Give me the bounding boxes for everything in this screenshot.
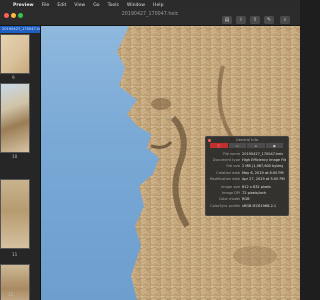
- thumbnail-image[interactable]: [0, 83, 30, 153]
- thumbnail-image[interactable]: [0, 34, 30, 74]
- field-label: ColorSync profile: [210, 203, 240, 208]
- menu-window[interactable]: Window: [127, 3, 145, 8]
- window-toolbar: 20190427_170047.heic ▤ i ⇪ ✎ ⌕: [0, 10, 300, 26]
- tag-icon: ⌂: [254, 143, 257, 148]
- inspector-panel[interactable]: General Info ⓘ ▭ ⌂ ◉ File name 20190427_1…: [205, 136, 289, 216]
- image-canvas[interactable]: General Info ⓘ ▭ ⌂ ◉ File name 20190427_1…: [41, 26, 300, 300]
- info-fields: File name 20190427_170047.heic Document t…: [208, 151, 286, 209]
- thumbnail-number: 9: [12, 75, 15, 80]
- thumbnail-image[interactable]: [0, 264, 30, 300]
- sidebar-toggle-button[interactable]: ▤: [222, 16, 232, 24]
- pen-icon: ✎: [266, 17, 272, 23]
- menu-tools[interactable]: Tools: [108, 3, 119, 8]
- info-icon: i: [240, 17, 242, 23]
- thumbnail-number: 12: [8, 292, 14, 297]
- menu-app-name[interactable]: Preview: [13, 3, 34, 8]
- camera-icon: ◉: [272, 143, 276, 148]
- field-value: sRGB IEC61966-2.1: [242, 203, 277, 208]
- sidebar-icon: ▤: [224, 17, 230, 23]
- search-button[interactable]: ⌕: [280, 16, 290, 24]
- info-row: Modification date Apr 27, 2019 at 5:00 PM: [208, 176, 286, 182]
- field-value: Apr 27, 2019 at 5:00 PM: [242, 176, 285, 181]
- info-button[interactable]: i: [236, 16, 246, 24]
- info-row: ColorSync profile sRGB IEC61966-2.1: [208, 203, 286, 209]
- ruler-icon: ▭: [235, 143, 239, 148]
- search-icon: ⌕: [283, 17, 287, 23]
- menu-bar: Preview File Edit View Go Tools Window H…: [0, 0, 300, 10]
- selected-thumbnail-label[interactable]: 20190427_170047.heic: [0, 26, 40, 33]
- inspector-tabs: ⓘ ▭ ⌂ ◉: [210, 143, 284, 148]
- tab-tags[interactable]: ⌂: [247, 143, 266, 148]
- share-button[interactable]: ⇪: [250, 16, 260, 24]
- menu-help[interactable]: Help: [153, 3, 163, 8]
- thumbnail-image[interactable]: [0, 179, 30, 249]
- menu-view[interactable]: View: [74, 3, 85, 8]
- info-icon: ⓘ: [217, 144, 221, 148]
- tab-exif[interactable]: ◉: [265, 143, 284, 148]
- menu-file[interactable]: File: [42, 3, 50, 8]
- field-label: Modification date: [209, 176, 240, 181]
- inspector-title: General Info: [235, 138, 259, 142]
- markup-button[interactable]: ✎: [264, 16, 274, 24]
- menu-go[interactable]: Go: [93, 3, 99, 8]
- thumbnail-number: 11: [12, 252, 18, 257]
- thumbnail-number: 10: [12, 154, 18, 159]
- thumbnail-sidebar[interactable]: 20190427_170047.heic 9 10 11 12: [0, 26, 41, 300]
- menu-edit[interactable]: Edit: [57, 3, 66, 8]
- tab-ruler[interactable]: ▭: [228, 143, 247, 148]
- share-icon: ⇪: [252, 17, 258, 23]
- tab-general-info[interactable]: ⓘ: [210, 143, 229, 148]
